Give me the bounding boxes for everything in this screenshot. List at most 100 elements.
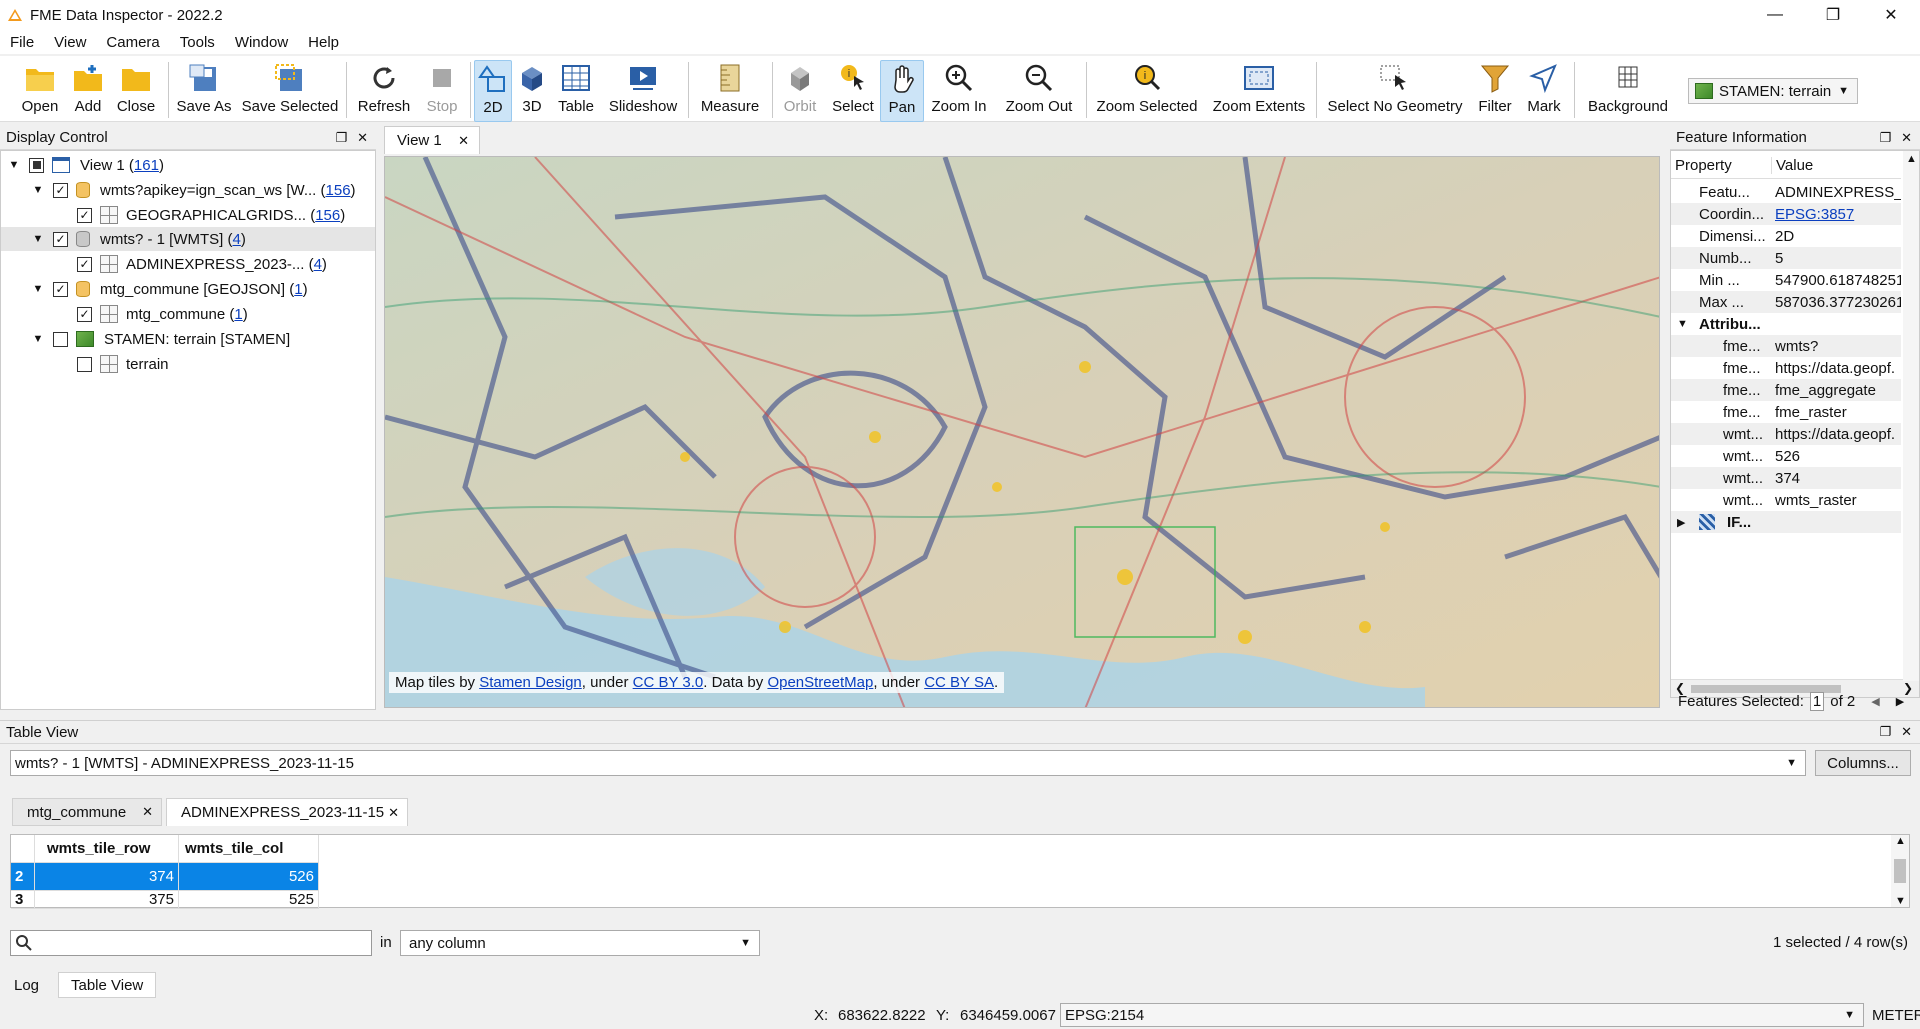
tree-item-wmts-ign[interactable]: ▼ ✓ wmts?apikey=ign_scan_ws [W... ( 156 … <box>31 178 356 202</box>
refresh-button[interactable]: Refresh <box>358 60 410 122</box>
collapse-arrow-icon[interactable]: ▼ <box>31 283 45 295</box>
collapse-arrow-icon[interactable]: ▼ <box>31 184 45 196</box>
background-button[interactable]: Background <box>1582 60 1674 122</box>
menu-tools[interactable]: Tools <box>170 34 225 51</box>
zoom-selected-button[interactable]: i Zoom Selected <box>1094 60 1200 122</box>
orbit-button[interactable]: Orbit <box>780 60 820 122</box>
partial-checkbox[interactable] <box>29 157 44 173</box>
tab-adminexpress[interactable]: ADMINEXPRESS_2023-11-15 ✕ <box>166 798 408 826</box>
feature-info-row[interactable]: Numb... 5 <box>1671 247 1901 269</box>
value-column-header[interactable]: Value <box>1771 157 1897 174</box>
collapse-arrow-icon[interactable]: ▼ <box>31 233 45 245</box>
menu-view[interactable]: View <box>44 34 96 51</box>
feature-count-link[interactable]: 156 <box>326 182 351 199</box>
search-scope-select[interactable]: any column ▼ <box>400 930 760 956</box>
tree-item-stamen-terrain[interactable]: ▼ STAMEN: terrain [STAMEN] <box>31 327 291 351</box>
layer-checkbox[interactable]: ✓ <box>77 306 92 322</box>
close-panel-icon[interactable]: ✕ <box>357 130 368 146</box>
close-tab-icon[interactable]: ✕ <box>388 805 399 821</box>
scroll-up-icon[interactable]: ▲ <box>1895 835 1906 847</box>
save-selected-button[interactable]: Save Selected <box>242 60 338 122</box>
menu-camera[interactable]: Camera <box>96 34 169 51</box>
attributes-group-row[interactable]: ▼ Attribu... <box>1671 313 1901 335</box>
column-header-tile-col[interactable]: wmts_tile_col <box>179 835 319 863</box>
undock-icon[interactable]: ❐ <box>335 130 347 146</box>
feature-count-link[interactable]: 1 <box>234 306 242 323</box>
measure-button[interactable]: Measure <box>698 60 762 122</box>
cc-by-sa-link[interactable]: CC BY SA <box>924 674 994 691</box>
add-button[interactable]: Add <box>70 60 106 122</box>
scroll-down-icon[interactable]: ▼ <box>1895 895 1906 907</box>
tab-view-1[interactable]: View 1 ✕ <box>384 126 480 154</box>
expand-arrow-icon[interactable]: ▶ <box>1677 516 1685 529</box>
property-column-header[interactable]: Property <box>1675 157 1732 174</box>
vertical-scrollbar[interactable]: ▲ ▼ <box>1891 835 1909 907</box>
undock-icon[interactable]: ❐ <box>1879 130 1891 146</box>
pan-button[interactable]: Pan <box>880 60 924 122</box>
feature-count-link[interactable]: 1 <box>294 281 302 298</box>
features-selected-input[interactable]: 1 <box>1809 691 1825 711</box>
attribute-row[interactable]: fme... fme_aggregate <box>1671 379 1901 401</box>
column-header-tile-row[interactable]: wmts_tile_row <box>35 835 179 863</box>
layer-checkbox[interactable] <box>77 356 92 372</box>
tree-item-adminexpress[interactable]: ✓ ADMINEXPRESS_2023-... ( 4 ) <box>77 252 327 276</box>
feature-info-row[interactable]: Min ... 547900.618748251 <box>1671 269 1901 291</box>
close-window-button[interactable]: ✕ <box>1862 0 1920 30</box>
close-panel-icon[interactable]: ✕ <box>1901 130 1912 146</box>
tab-log[interactable]: Log <box>6 972 47 998</box>
tab-table-view[interactable]: Table View <box>58 972 157 998</box>
previous-feature-icon[interactable]: ◀ <box>1871 695 1879 708</box>
close-button[interactable]: Close <box>114 60 158 122</box>
layer-checkbox[interactable]: ✓ <box>53 231 68 247</box>
menu-help[interactable]: Help <box>298 34 349 51</box>
background-map-select[interactable]: STAMEN: terrain ▼ <box>1688 78 1858 104</box>
attribute-row[interactable]: fme... fme_raster <box>1671 401 1901 423</box>
cc-by-link[interactable]: CC BY 3.0 <box>633 674 704 691</box>
collapse-arrow-icon[interactable]: ▼ <box>31 333 45 345</box>
table-cell[interactable]: 375 <box>35 891 179 909</box>
undock-icon[interactable]: ❐ <box>1879 724 1891 740</box>
attribute-row[interactable]: wmt... 526 <box>1671 445 1901 467</box>
tree-item-wmts-1[interactable]: ▼ ✓ wmts? - 1 [WMTS] ( 4 ) <box>1 227 375 251</box>
attribute-row[interactable]: fme... wmts? <box>1671 335 1901 357</box>
table-cell[interactable]: 526 <box>179 863 319 891</box>
layer-checkbox[interactable]: ✓ <box>77 207 92 223</box>
tree-item-mtg-commune-geojson[interactable]: ▼ ✓ mtg_commune [GEOJSON] ( 1 ) <box>31 277 308 301</box>
mark-button[interactable]: Mark <box>1524 60 1564 122</box>
open-button[interactable]: Open <box>18 60 62 122</box>
row-header[interactable]: 3 <box>11 891 35 909</box>
feature-info-row[interactable]: Featu... ADMINEXPRESS_2023 <box>1671 181 1901 203</box>
layer-checkbox[interactable]: ✓ <box>53 182 68 198</box>
scroll-up-icon[interactable]: ▲ <box>1906 153 1917 165</box>
select-button[interactable]: i Select <box>832 60 874 122</box>
feature-info-row[interactable]: Max ... 587036.377230261 <box>1671 291 1901 313</box>
coordinate-system-link[interactable]: EPSG:3857 <box>1775 206 1901 223</box>
tree-item-terrain[interactable]: terrain <box>77 352 169 376</box>
attribute-row[interactable]: wmt... 374 <box>1671 467 1901 489</box>
save-as-button[interactable]: Save As <box>176 60 232 122</box>
tab-mtg-commune[interactable]: mtg_commune ✕ <box>12 798 162 826</box>
stop-button[interactable]: Stop <box>422 60 462 122</box>
attribute-row[interactable]: wmt... wmts_raster <box>1671 489 1901 511</box>
feature-info-row[interactable]: Coordin... EPSG:3857 <box>1671 203 1901 225</box>
coordinate-system-select[interactable]: EPSG:2154 ▼ <box>1060 1003 1864 1027</box>
slideshow-button[interactable]: Slideshow <box>608 60 678 122</box>
collapse-arrow-icon[interactable]: ▼ <box>1677 318 1688 330</box>
vertical-scrollbar[interactable]: ▲ <box>1903 151 1919 681</box>
view-2d-button[interactable]: 2D <box>474 60 512 122</box>
raster-group-row[interactable]: ▶ IF... <box>1671 511 1901 533</box>
layer-checkbox[interactable]: ✓ <box>77 256 92 272</box>
zoom-in-button[interactable]: Zoom In <box>930 60 988 122</box>
view-3d-button[interactable]: 3D <box>514 60 550 122</box>
scroll-thumb[interactable] <box>1894 859 1906 883</box>
layer-checkbox[interactable]: ✓ <box>53 281 68 297</box>
dataset-select[interactable]: wmts? - 1 [WMTS] - ADMINEXPRESS_2023-11-… <box>10 750 1806 776</box>
filter-button[interactable]: Filter <box>1474 60 1516 122</box>
menu-file[interactable]: File <box>0 34 44 51</box>
minimize-button[interactable]: — <box>1746 0 1804 30</box>
row-header[interactable]: 2 <box>11 863 35 891</box>
openstreetmap-link[interactable]: OpenStreetMap <box>767 674 873 691</box>
feature-info-row[interactable]: Dimensi... 2D <box>1671 225 1901 247</box>
attribute-row[interactable]: wmt... https://data.geopf. <box>1671 423 1901 445</box>
zoom-extents-button[interactable]: Zoom Extents <box>1212 60 1306 122</box>
